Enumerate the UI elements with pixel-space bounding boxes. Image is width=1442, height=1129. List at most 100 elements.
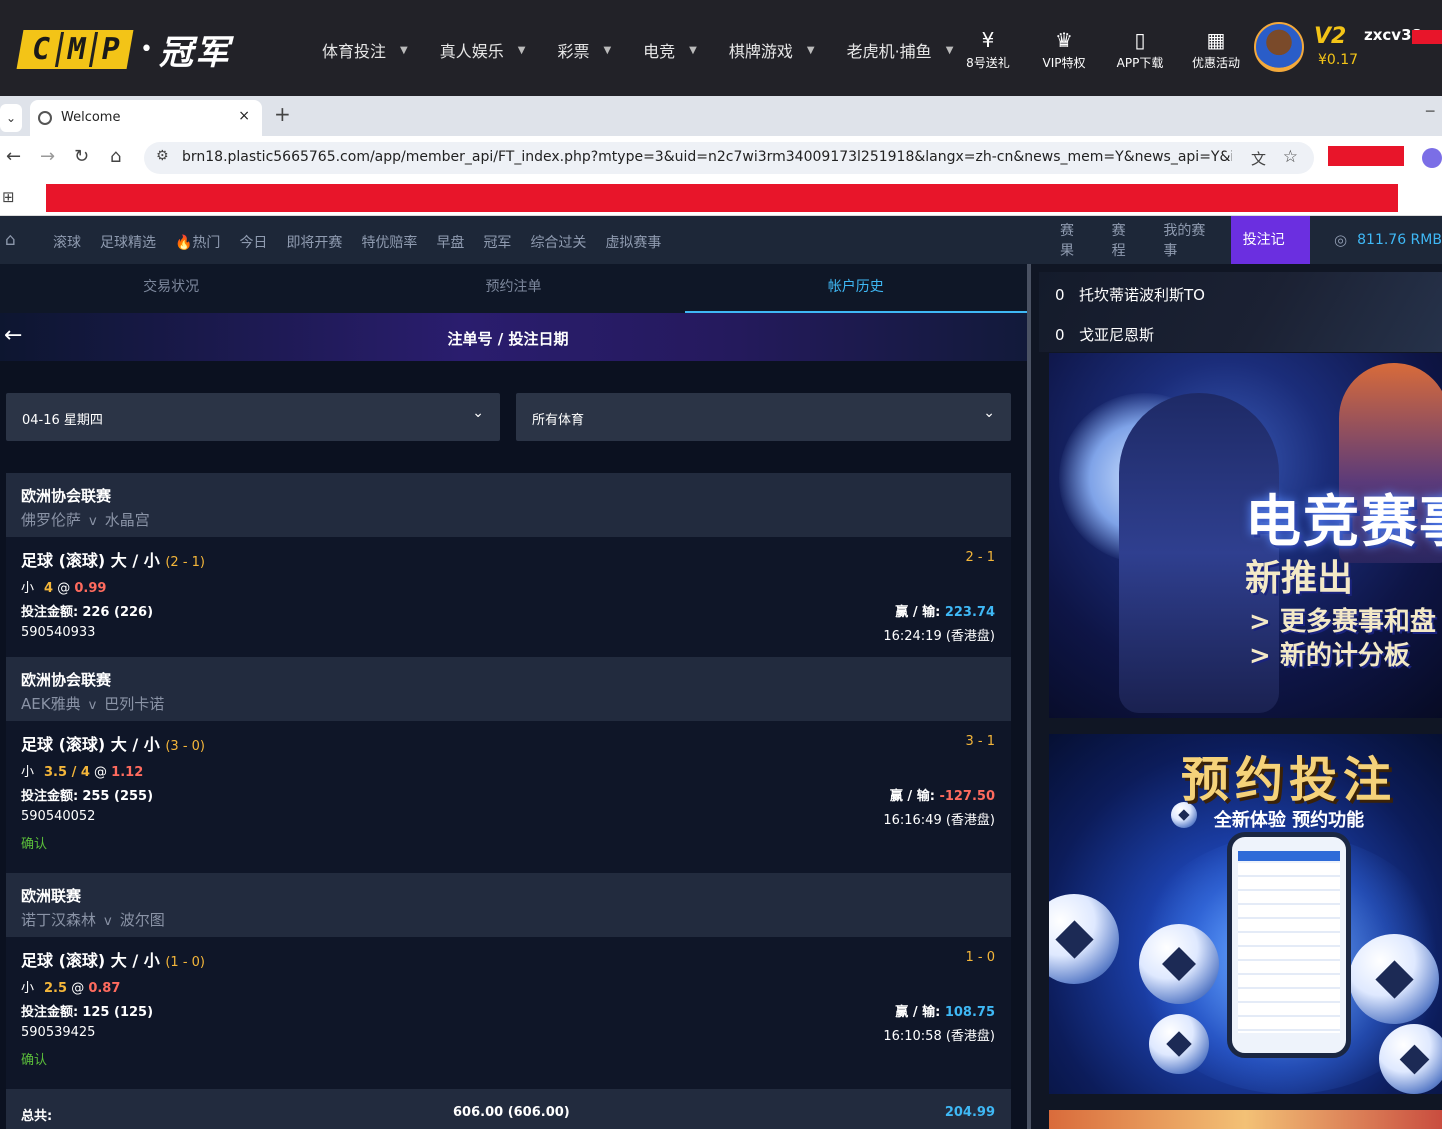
nav-card-games[interactable]: 棋牌游戏 ▼	[729, 38, 815, 62]
sport-select[interactable]: 所有体育 ⌄	[516, 393, 1011, 441]
tab-hot[interactable]: 🔥热门	[175, 232, 220, 252]
win-loss: 赢 / 输: 108.75	[895, 1001, 995, 1020]
stake-label: 投注金额:	[21, 605, 79, 620]
ticker-text: 托坎蒂诺波利斯TO	[1079, 286, 1205, 304]
back-arrow-icon[interactable]: ←	[6, 146, 21, 167]
logo-letters: C M P	[16, 29, 134, 69]
header-icon-links: ¥ 8号送礼 ♛ VIP特权 ▯ APP下载 ▦ 优惠活动	[950, 28, 1254, 71]
bet-type-label: 足球 (滚球) 大 / 小	[21, 735, 160, 754]
home-icon[interactable]: ⌂	[5, 230, 16, 250]
forward-arrow-icon[interactable]: →	[40, 146, 55, 167]
bet-time: 16:10:58 (香港盘)	[883, 1029, 995, 1044]
ticker-item[interactable]: 0 戈亚尼恩斯	[1055, 324, 1154, 345]
total-win-loss: 204.99	[944, 1105, 995, 1120]
bet-time: 16:16:49 (香港盘)	[883, 813, 995, 828]
versus: v	[88, 698, 97, 713]
tab-in-play[interactable]: 滚球	[53, 232, 81, 252]
close-icon[interactable]: ×	[238, 108, 250, 124]
scheduled-bet-banner[interactable]: 预约投注 全新体验 预约功能	[1049, 734, 1442, 1094]
tab-schedule[interactable]: 赛程	[1112, 220, 1140, 260]
apps-grid-icon[interactable]: ⊞	[2, 188, 15, 206]
tab-search-button[interactable]: ⌄	[0, 104, 22, 132]
tab-results[interactable]: 赛果	[1060, 220, 1088, 260]
avatar[interactable]	[1254, 22, 1304, 72]
gift-8-link[interactable]: ¥ 8号送礼	[950, 28, 1026, 71]
status-badge: 确认	[21, 1053, 48, 1068]
nav-slots-fishing[interactable]: 老虎机·捕鱼 ▼	[847, 38, 954, 62]
tab-starting-soon[interactable]: 即将开赛	[286, 232, 342, 252]
address-bar[interactable]: ⚙ brn18.plastic5665765.com/app/member_ap…	[144, 142, 1314, 174]
site-logo[interactable]: C M P • 冠军	[16, 29, 231, 73]
browser-tab[interactable]: Welcome ×	[30, 100, 262, 136]
final-score: 1 - 0	[965, 950, 996, 965]
wallet-balance: ¥0.17	[1318, 52, 1359, 68]
tab-parlay[interactable]: 综合过关	[530, 232, 586, 252]
icon-link-label: 8号送礼	[966, 56, 1010, 70]
tab-bet-history[interactable]: 投注记录	[1230, 216, 1311, 296]
market-tabs: 滚球 足球精选 🔥热门 今日 即将开赛 特优赔率 早盘 冠军 综合过关 虚拟赛事	[53, 232, 680, 252]
sports-nav: ⌂ 滚球 足球精选 🔥热门 今日 即将开赛 特优赔率 早盘 冠军 综合过关 虚拟…	[0, 216, 1442, 296]
nav-live-casino[interactable]: 真人娱乐 ▼	[440, 38, 526, 62]
home-team: AEK雅典	[21, 695, 81, 713]
url-text[interactable]: brn18.plastic5665765.com/app/member_api/…	[182, 149, 1232, 165]
score-at-bet: (3 - 0)	[165, 739, 205, 754]
bet-time: 16:24:19 (香港盘)	[883, 629, 995, 644]
banner-subtitle: 新推出	[1245, 558, 1354, 599]
home-icon[interactable]: ⌂	[110, 146, 121, 167]
nav-esports[interactable]: 电竞 ▼	[643, 38, 697, 62]
match-teams: 佛罗伦萨 v 水晶宫	[21, 509, 150, 530]
vip-link[interactable]: ♛ VIP特权	[1026, 28, 1102, 71]
final-score: 2 - 1	[965, 550, 996, 565]
league-header: 欧洲联赛 诺丁汉森林 v 波尔图	[6, 873, 1011, 937]
esports-banner[interactable]: 电竞赛事 新推出 > 更多赛事和盘 > 新的计分板	[1049, 353, 1442, 718]
tab-early[interactable]: 早盘	[436, 232, 464, 252]
win-loss-label: 赢 / 输:	[889, 789, 935, 804]
tab-title: Welcome	[61, 110, 121, 125]
win-loss: 赢 / 输: -127.50	[890, 785, 995, 804]
phone-screen	[1238, 863, 1340, 1033]
tab-scheduled-bets[interactable]: 预约注单	[342, 264, 684, 313]
bet-history-panel: 交易状况 预约注单 帐户历史 ← 注单号 / 投注日期 04-16 星期四 ⌄ …	[0, 264, 1027, 1129]
site-info-icon[interactable]: ⚙	[156, 148, 169, 164]
tab-virtual[interactable]: 虚拟赛事	[605, 232, 661, 252]
nav-label: 老虎机·捕鱼	[846, 42, 932, 61]
away-team: 水晶宫	[104, 511, 150, 529]
hide-balance-icon[interactable]: ◎	[1334, 231, 1347, 249]
tab-today[interactable]: 今日	[239, 232, 267, 252]
promo-banner[interactable]	[1049, 1110, 1442, 1129]
ticker-item[interactable]: 0 托坎蒂诺波利斯TO	[1055, 284, 1205, 305]
football-icon	[1049, 894, 1119, 984]
tab-transactions[interactable]: 交易状况	[0, 264, 342, 313]
nav-sports[interactable]: 体育投注 ▼	[322, 38, 408, 62]
football-icon	[1349, 934, 1439, 1024]
browser-tab-strip: ⌄ Welcome × + ─	[0, 96, 1442, 136]
tab-my-events[interactable]: 我的赛事	[1163, 220, 1218, 260]
tab-football-picks[interactable]: 足球精选	[100, 232, 156, 252]
final-score: 3 - 1	[965, 734, 996, 749]
stake: 投注金额: 125 (125)	[21, 1001, 153, 1020]
translate-icon[interactable]: 文	[1251, 148, 1266, 169]
tab-boosted-odds[interactable]: 特优赔率	[361, 232, 417, 252]
chevron-down-icon: ▼	[400, 44, 408, 56]
promotions-link[interactable]: ▦ 优惠活动	[1178, 28, 1254, 71]
chevron-down-icon: ▼	[689, 44, 697, 56]
football-icon	[1139, 924, 1219, 1004]
new-tab-button[interactable]: +	[274, 102, 291, 126]
status-badge: 确认	[21, 837, 48, 852]
crown-icon: ♛	[1055, 28, 1073, 52]
match-teams: AEK雅典 v 巴列卡诺	[21, 693, 164, 714]
home-team: 佛罗伦萨	[21, 511, 82, 529]
tab-outright[interactable]: 冠军	[483, 232, 511, 252]
date-select-value: 04-16 星期四	[22, 413, 103, 428]
date-select[interactable]: 04-16 星期四 ⌄	[6, 393, 500, 441]
tab-account-history[interactable]: 帐户历史	[684, 264, 1027, 313]
reload-icon[interactable]: ↻	[74, 146, 89, 167]
away-team: 巴列卡诺	[104, 695, 165, 713]
minimize-button[interactable]: ─	[1426, 104, 1434, 120]
bookmark-star-icon[interactable]: ☆	[1283, 147, 1298, 167]
chevron-down-icon: ▼	[603, 44, 612, 56]
extension-icon[interactable]	[1422, 148, 1442, 168]
nav-lottery[interactable]: 彩票 ▼	[557, 38, 611, 62]
app-download-link[interactable]: ▯ APP下载	[1102, 28, 1178, 71]
banner-subtitle: 全新体验 预约功能	[1213, 810, 1365, 831]
